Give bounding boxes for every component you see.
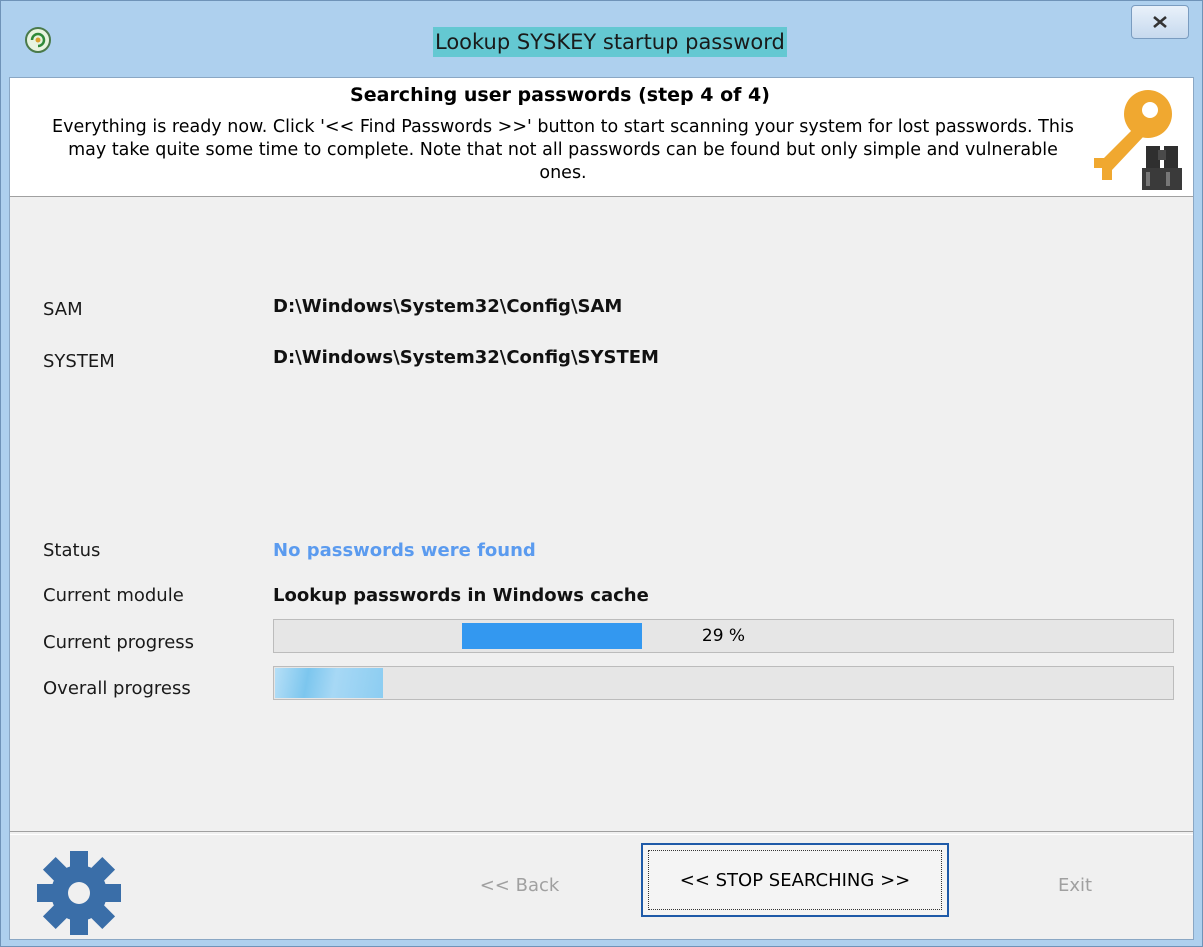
page-description: Everything is ready now. Click '<< Find … [52, 117, 1074, 183]
stop-searching-button[interactable]: << STOP SEARCHING >> [641, 843, 949, 917]
back-button[interactable]: << Back [462, 868, 577, 904]
page-title: Searching user passwords (step 4 of 4) [350, 84, 770, 106]
app-window: Lookup SYSKEY startup password Searching… [0, 0, 1203, 947]
close-button[interactable] [1131, 5, 1189, 39]
sam-path: D:\Windows\System32\Config\SAM [273, 296, 623, 317]
system-path: D:\Windows\System32\Config\SYSTEM [273, 347, 659, 368]
sam-label: SAM [43, 299, 83, 320]
window-title: Lookup SYSKEY startup password [433, 27, 787, 57]
current-module-label: Current module [43, 585, 184, 606]
app-icon [25, 27, 51, 53]
current-progress-text: 29 % [701, 626, 746, 646]
footer-divider [10, 831, 1193, 835]
overall-progress-bar [273, 666, 1174, 700]
current-module-value: Lookup passwords in Windows cache [273, 585, 649, 606]
status-label: Status [43, 540, 101, 561]
status-value: No passwords were found [273, 540, 536, 561]
stop-searching-label: << STOP SEARCHING >> [679, 869, 911, 891]
client-area: Searching user passwords (step 4 of 4) E… [9, 77, 1194, 940]
system-label: SYSTEM [43, 351, 115, 372]
gear-icon [37, 851, 121, 935]
close-icon [1153, 16, 1167, 28]
current-progress-label: Current progress [43, 632, 195, 653]
key-binoculars-icon [1094, 90, 1182, 190]
wizard-header: Searching user passwords (step 4 of 4) E… [10, 78, 1193, 197]
current-progress-bar: 29 % [273, 619, 1174, 653]
exit-button[interactable]: Exit [1010, 868, 1140, 904]
title-bar[interactable]: Lookup SYSKEY startup password [1, 1, 1202, 77]
overall-progress-label: Overall progress [43, 678, 191, 699]
overall-progress-fill [275, 668, 383, 698]
